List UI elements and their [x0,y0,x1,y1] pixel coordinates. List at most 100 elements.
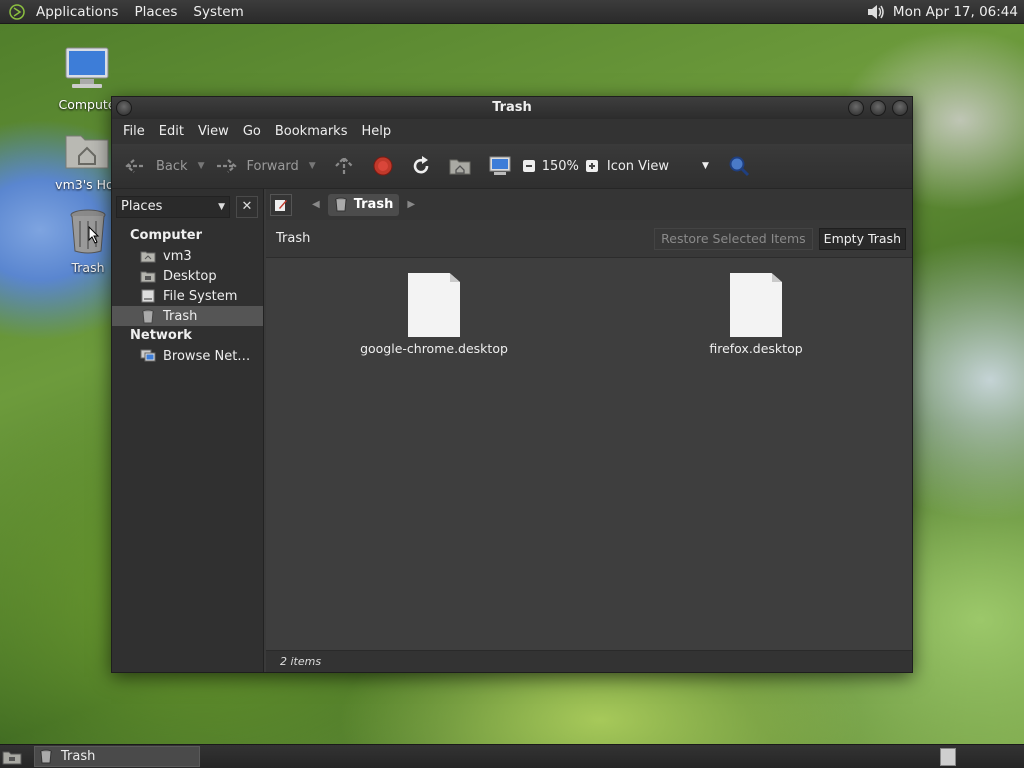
system-menu[interactable]: System [185,4,251,20]
zoom-in-icon [585,160,598,172]
computer-icon [65,47,109,88]
path-crumb-label: Trash [353,197,394,212]
applications-menu[interactable]: Applications [28,4,126,20]
trash-info-bar: Trash Restore Selected Items Empty Trash [266,220,912,258]
trash-icon [334,197,347,212]
file-item[interactable]: google-chrome.desktop [344,273,524,356]
clock[interactable]: Mon Apr 17, 06:44 [887,4,1024,20]
file-name: google-chrome.desktop [360,341,508,356]
text-document-icon [730,273,782,337]
stop-icon [373,156,393,176]
up-arrow-icon [334,156,353,175]
trash-icon [40,749,52,764]
menu-help[interactable]: Help [354,124,398,139]
sidebar-item-label: Trash [163,308,198,324]
home-button[interactable] [444,150,476,182]
path-bar: ◀ Trash ▶ [266,189,912,220]
drive-icon [140,289,156,303]
home-folder-icon [140,249,156,263]
toolbar: Back ▼ Forward ▼ 150% Icon View ▼ [112,144,912,189]
status-bar: 2 items [266,650,912,672]
computer-icon [489,156,511,175]
close-sidebar-button[interactable]: ✕ [236,195,258,218]
back-button[interactable]: Back [120,150,192,182]
path-crumb-trash[interactable]: Trash [327,193,400,216]
zoom-level[interactable]: 150% [540,150,581,182]
menu-go[interactable]: Go [236,124,268,139]
file-item[interactable]: firefox.desktop [666,273,846,356]
minimize-button[interactable] [848,100,864,116]
sidebar-item-trash[interactable]: Trash [112,306,263,326]
search-icon [729,156,749,177]
computer-button[interactable] [484,150,516,182]
forward-history-dropdown-icon[interactable]: ▼ [309,161,316,171]
main-pane: ◀ Trash ▶ Trash Restore Selected Items E… [266,189,912,672]
empty-trash-button[interactable]: Empty Trash [818,227,906,250]
menu-file[interactable]: File [116,124,152,139]
zoom-out-button[interactable] [518,150,540,182]
bottom-panel: Trash [0,744,1024,768]
sidebar-section-network: Network [130,328,192,343]
back-history-dropdown-icon[interactable]: ▼ [198,161,205,171]
sidebar-item-desktop[interactable]: Desktop [112,266,263,286]
home-icon [449,159,471,175]
text-document-icon [408,273,460,337]
path-scroll-left-icon[interactable]: ◀ [312,199,320,210]
back-arrow-icon [125,159,145,173]
sidebar-item-vm3[interactable]: vm3 [112,246,263,266]
taskbar-item-trash[interactable]: Trash [34,746,200,767]
search-button[interactable] [723,150,755,182]
file-manager-window: Trash File Edit View Go Bookmarks Help B… [111,96,913,673]
path-scroll-right-icon[interactable]: ▶ [407,199,415,210]
window-content: Places ▼ ✕ Computer vm3 Desktop File Sys… [112,189,912,672]
chevron-down-icon: ▼ [218,201,225,212]
zoom-out-icon [522,160,535,172]
stop-button[interactable] [368,150,398,182]
up-button[interactable] [328,150,360,182]
taskbar-item-label: Trash [61,749,96,764]
back-label: Back [156,158,188,174]
chevron-down-icon: ▼ [701,161,709,171]
window-titlebar[interactable]: Trash [112,97,912,119]
forward-label: Forward [246,158,299,174]
sidebar-item-label: File System [163,288,238,304]
file-icon-view[interactable]: google-chrome.desktop firefox.desktop [266,258,912,650]
forward-button[interactable]: Forward [210,150,302,182]
distro-logo-icon[interactable] [6,1,28,23]
sidebar-item-label: Browse Net… [163,348,251,364]
maximize-button[interactable] [870,100,886,116]
workspace-switcher[interactable] [940,747,956,766]
reload-icon [413,156,428,174]
restore-selected-button[interactable]: Restore Selected Items [654,227,813,250]
window-title: Trash [492,100,532,115]
home-folder-icon [65,135,109,169]
sidebar-item-browse-network[interactable]: Browse Net… [112,346,263,366]
places-menu[interactable]: Places [126,4,185,20]
zoom-in-button[interactable] [581,150,603,182]
reload-button[interactable] [406,150,436,182]
sidebar-item-file-system[interactable]: File System [112,286,263,306]
menu-edit[interactable]: Edit [152,124,191,139]
show-desktop-button[interactable] [0,745,24,768]
desktop-folder-icon [140,269,156,283]
forward-arrow-icon [217,159,238,173]
view-mode-label: Icon View [606,158,670,174]
toggle-location-button[interactable] [270,193,292,216]
sidebar-section-computer: Computer [130,228,203,243]
show-desktop-icon [2,751,22,764]
view-mode-select[interactable]: Icon View ▼ [603,150,713,182]
places-sidebar: Places ▼ ✕ Computer vm3 Desktop File Sys… [112,189,264,672]
info-bar-title: Trash [276,231,311,246]
sidebar-type-select[interactable]: Places ▼ [116,195,230,218]
top-panel: Applications Places System Mon Apr 17, 0… [0,0,1024,24]
menubar: File Edit View Go Bookmarks Help [112,119,912,144]
volume-icon[interactable] [865,2,887,22]
menu-view[interactable]: View [191,124,236,139]
sidebar-type-label: Places [121,199,163,214]
file-name: firefox.desktop [709,341,803,356]
network-icon [140,349,156,363]
close-button[interactable] [892,100,908,116]
menu-bookmarks[interactable]: Bookmarks [268,124,355,139]
sidebar-item-label: Desktop [163,268,217,284]
window-menu-button[interactable] [116,100,132,116]
